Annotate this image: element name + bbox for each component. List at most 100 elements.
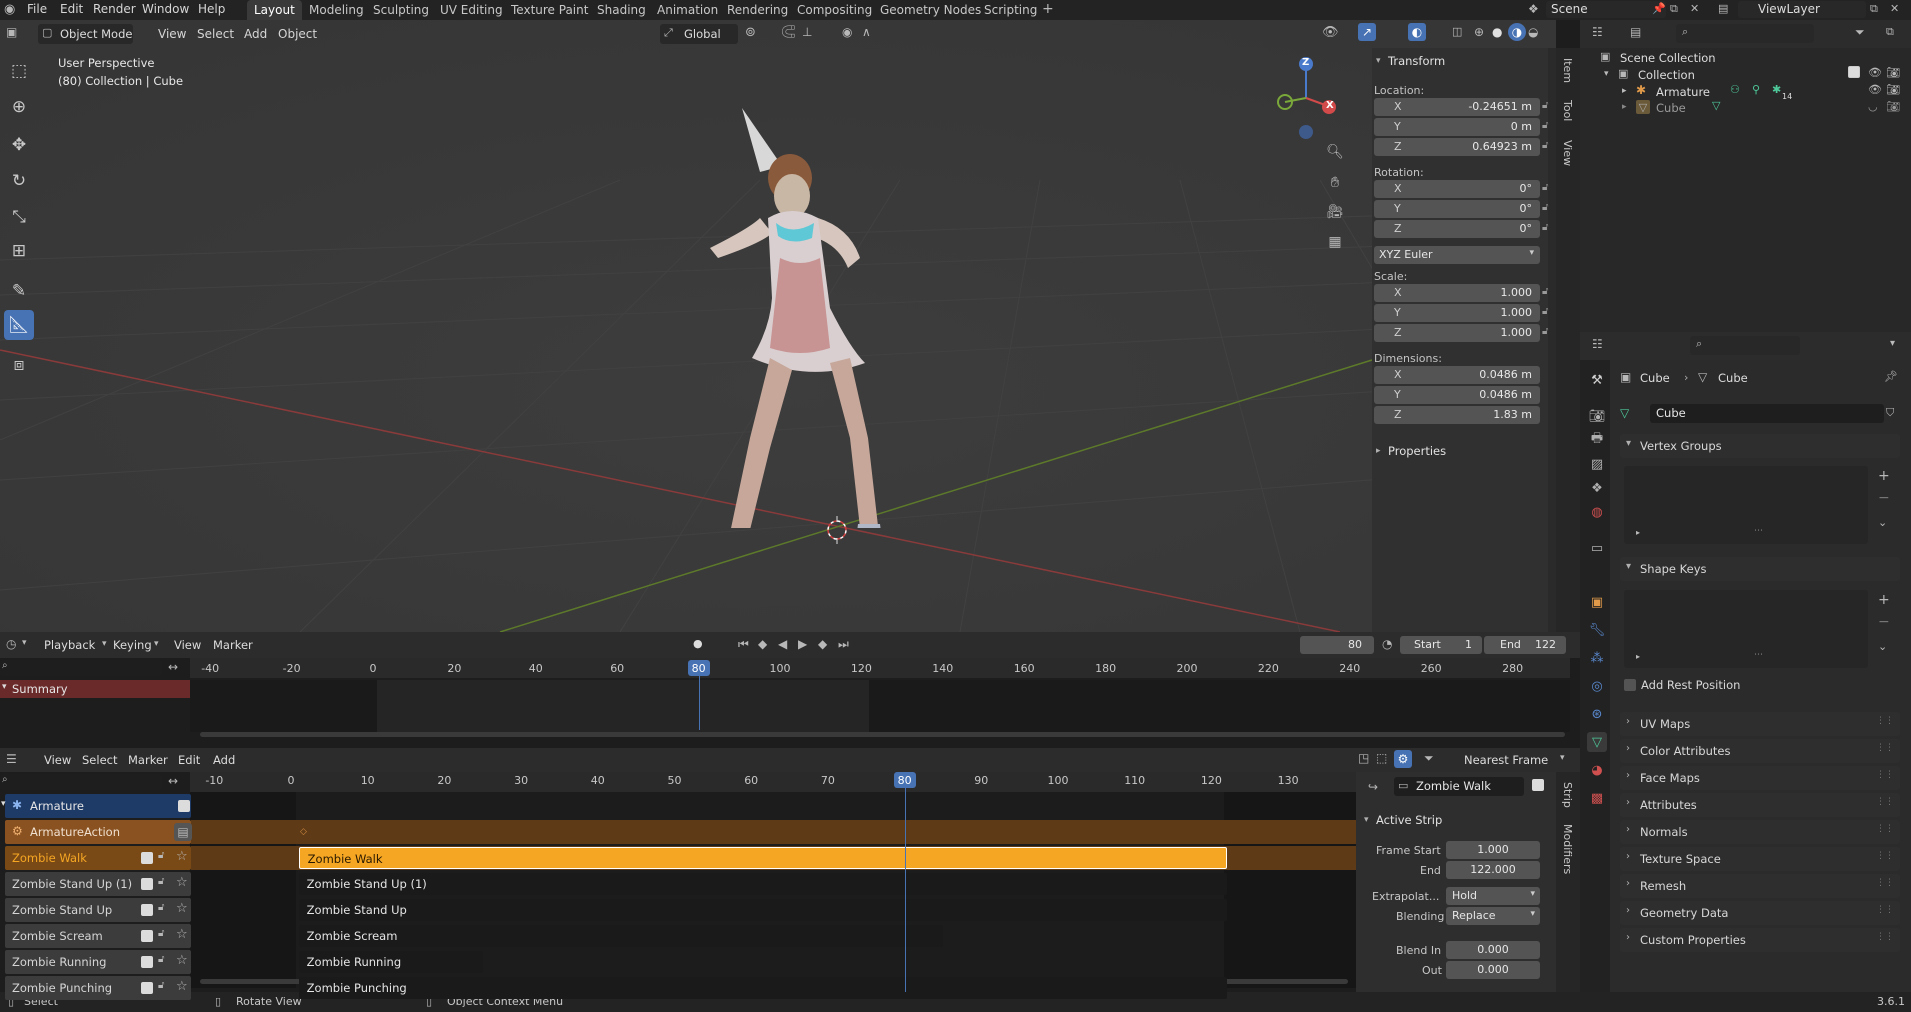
lock-icon[interactable]: 🔓︎	[1542, 306, 1548, 317]
lock-icon[interactable]: 🔓︎	[158, 954, 164, 965]
nla-strip[interactable]: Zombie Stand Up	[298, 899, 1227, 921]
section-geometry-data[interactable]: › Geometry Data ⋮⋮	[1620, 901, 1900, 925]
transform-tool-icon[interactable]: ⊞	[4, 236, 34, 266]
chevron-down-icon[interactable]: ▾	[1376, 56, 1381, 66]
collection-label[interactable]: Collection	[1638, 68, 1695, 82]
prev-keyframe-icon[interactable]: ◆	[758, 637, 767, 651]
show-hidden-icon[interactable]: ⬚	[1376, 751, 1387, 765]
remove-icon[interactable]: −	[1878, 614, 1890, 630]
properties-title[interactable]: Properties	[1388, 444, 1446, 458]
constraints-icon[interactable]: ⊛	[1587, 704, 1607, 724]
nla-strip[interactable]: Zombie Scream	[298, 925, 943, 947]
render-icon[interactable]: 📷︎	[1587, 406, 1607, 426]
mesh-data-icon[interactable]: ▽	[1620, 406, 1629, 420]
material-shading-icon[interactable]: ◑	[1508, 23, 1526, 41]
track-checkbox[interactable]	[178, 800, 190, 812]
tab-rendering[interactable]: Rendering	[720, 0, 795, 20]
camera-render-icon[interactable]: 📷︎	[1886, 100, 1900, 113]
display-mode-icon[interactable]: ▤	[1630, 25, 1641, 39]
snap-icon[interactable]: 🧲︎	[780, 25, 797, 40]
lock-icon[interactable]: 🔓︎	[1542, 202, 1548, 213]
visibility-icon[interactable]: 👁︎	[1322, 25, 1339, 40]
collection-icon[interactable]: ▭	[1587, 538, 1607, 558]
solo-star-icon[interactable]: ☆	[176, 901, 188, 916]
swap-channels-icon[interactable]: ↔	[168, 774, 178, 788]
navigation-gizmo[interactable]	[1268, 56, 1358, 146]
copy-layer-icon[interactable]: ⧉	[1870, 2, 1878, 16]
menu-view[interactable]: View	[174, 638, 201, 652]
mode-selector[interactable]: ▢ Object Mode	[38, 24, 133, 44]
track-checkbox[interactable]	[141, 878, 153, 890]
drag-handle-icon[interactable]: ⋮⋮	[1876, 743, 1894, 753]
timeline-search-input[interactable]: ⌕	[0, 660, 162, 676]
section-remesh[interactable]: › Remesh ⋮⋮	[1620, 874, 1900, 898]
menu-edit[interactable]: Edit	[178, 753, 200, 767]
solo-star-icon[interactable]: ☆	[176, 927, 188, 942]
solid-shading-icon[interactable]: ●	[1492, 25, 1502, 39]
editor-type-icon[interactable]: ☷	[1592, 337, 1603, 351]
section-color-attributes[interactable]: › Color Attributes ⋮⋮	[1620, 739, 1900, 763]
breadcrumb-object[interactable]: Cube	[1640, 371, 1670, 385]
properties-search-input[interactable]: ⌕	[1690, 336, 1800, 355]
chevron-down-icon[interactable]: ▾	[1560, 753, 1565, 763]
section-custom-properties[interactable]: › Custom Properties ⋮⋮	[1620, 928, 1900, 952]
lock-icon[interactable]: 🔓︎	[1542, 286, 1548, 297]
proportional-edit-icon[interactable]: ◉	[842, 25, 852, 39]
lock-icon[interactable]: 🔓︎	[1542, 120, 1548, 131]
shape-keys-section[interactable]: ▾ Shape Keys	[1620, 557, 1900, 581]
drag-handle-icon[interactable]: ⋮⋮	[1876, 770, 1894, 780]
world-icon[interactable]: ◍	[1587, 502, 1607, 522]
tab-animation[interactable]: Animation	[650, 0, 725, 20]
expand-triangle-icon[interactable]: ▸	[1636, 652, 1640, 661]
menu-help[interactable]: Help	[198, 2, 225, 16]
menu-select[interactable]: Select	[82, 753, 117, 767]
snap-target-icon[interactable]: ⊥	[802, 25, 812, 39]
editor-type-icon[interactable]: ☷	[1592, 25, 1603, 39]
editor-type-icon[interactable]: ▣	[6, 25, 17, 39]
lock-icon[interactable]: 🔓︎	[158, 928, 164, 939]
section-uv-maps[interactable]: › UV Maps ⋮⋮	[1620, 712, 1900, 736]
measure-tool-icon[interactable]: 📐︎	[4, 310, 34, 340]
chevron-down-icon[interactable]: ⌄	[1878, 640, 1887, 653]
3d-viewport[interactable]: User Perspective (80) Collection | Cube …	[0, 20, 1556, 632]
new-collection-icon[interactable]: ⧉	[1886, 25, 1894, 39]
drag-handle-icon[interactable]: ⋮⋮	[1876, 878, 1894, 888]
chevron-down-icon[interactable]: ▾	[22, 638, 27, 648]
chevron-down-icon[interactable]: ▾	[1604, 69, 1609, 79]
menu-edit[interactable]: Edit	[60, 2, 83, 16]
camera-render-icon[interactable]: 📷︎	[1886, 66, 1900, 79]
play-icon[interactable]: ▶	[798, 637, 807, 651]
nla-editor-icon[interactable]: ☰	[6, 752, 17, 766]
character-model[interactable]	[690, 108, 950, 528]
swap-channels-icon[interactable]: ↔	[168, 660, 178, 674]
exclude-checkbox[interactable]	[1848, 66, 1860, 78]
lock-icon[interactable]: 🔓︎	[158, 902, 164, 913]
rendered-shading-icon[interactable]: ◒	[1528, 25, 1538, 39]
chevron-right-icon[interactable]: ▸	[1622, 102, 1627, 112]
menu-view[interactable]: View	[158, 27, 186, 41]
material-icon[interactable]: ◕	[1587, 760, 1607, 780]
menu-marker[interactable]: Marker	[213, 638, 253, 652]
output-icon[interactable]: 🖶︎	[1587, 430, 1607, 450]
tool-settings-icon[interactable]: ⚒	[1587, 370, 1607, 390]
record-icon[interactable]: ●	[693, 637, 703, 650]
pin-icon[interactable]: 📌︎	[1884, 370, 1898, 383]
cursor-tool-icon[interactable]: ⊕	[4, 92, 34, 122]
drag-handle-icon[interactable]: ⋮⋮	[1876, 851, 1894, 861]
menu-playback[interactable]: Playback	[44, 638, 95, 652]
add-workspace-icon[interactable]: +	[1042, 1, 1054, 17]
tab-tool[interactable]: Tool	[1561, 100, 1574, 121]
chevron-down-icon[interactable]: ▾	[1364, 815, 1369, 825]
scale-tool-icon[interactable]: ⤡	[4, 202, 34, 232]
tab-shading[interactable]: Shading	[590, 0, 653, 20]
section-texture-space[interactable]: › Texture Space ⋮⋮	[1620, 847, 1900, 871]
rotate-tool-icon[interactable]: ↻	[4, 166, 34, 196]
menu-render[interactable]: Render	[93, 2, 136, 16]
chevron-down-icon[interactable]: ▾	[1, 799, 6, 809]
jump-start-icon[interactable]: ⏮	[738, 637, 749, 652]
play-reverse-icon[interactable]: ◀	[778, 637, 787, 651]
blending-select[interactable]: Replace ▾	[1446, 907, 1540, 925]
nla-strip[interactable]: Zombie Punching	[298, 977, 1227, 999]
grid-view-icon[interactable]: ▦	[1325, 232, 1345, 252]
chevron-down-icon[interactable]: ⌄	[1878, 516, 1887, 529]
